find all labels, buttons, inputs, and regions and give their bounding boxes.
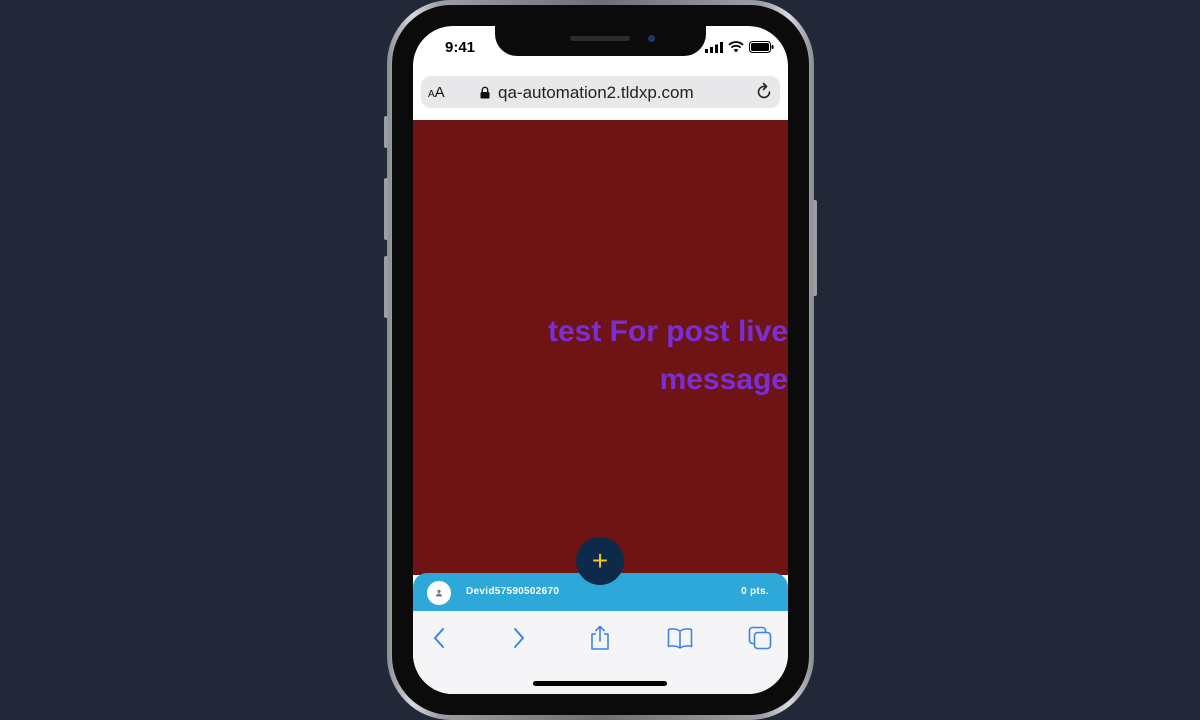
address-bar[interactable]: AA qa-automation2.tldxp.com <box>421 76 780 108</box>
share-icon <box>591 625 609 650</box>
url-text[interactable]: qa-automation2.tldxp.com <box>498 83 694 103</box>
volume-down-button <box>384 256 388 318</box>
lock-icon <box>480 86 490 99</box>
front-camera <box>648 35 655 42</box>
back-button[interactable] <box>422 621 456 655</box>
mute-switch <box>384 116 388 148</box>
avatar[interactable] <box>427 581 451 605</box>
live-message-text: test For post live message <box>547 315 788 396</box>
power-button <box>813 200 817 296</box>
phone-screen: 9:41 AA qa-automation2.tldxp.com test Fo… <box>413 26 788 694</box>
notch <box>495 26 706 56</box>
tabs-button[interactable] <box>743 621 777 655</box>
share-button[interactable] <box>583 621 617 655</box>
status-icons <box>705 41 774 53</box>
home-indicator <box>533 681 667 686</box>
forward-icon <box>514 628 524 648</box>
reload-icon[interactable] <box>754 82 774 102</box>
speaker <box>570 36 630 41</box>
page-content: test For post live message <box>413 120 788 575</box>
signal-icon <box>705 41 723 53</box>
points-label: 0 pts. <box>741 586 769 597</box>
wifi-icon <box>728 41 744 53</box>
add-button[interactable]: + <box>576 537 624 585</box>
volume-up-button <box>384 178 388 240</box>
tabs-icon <box>748 626 772 650</box>
forward-button[interactable] <box>502 621 536 655</box>
bookmarks-icon <box>667 628 693 649</box>
battery-icon <box>749 41 774 53</box>
bookmarks-button[interactable] <box>663 621 697 655</box>
user-icon <box>436 589 442 597</box>
back-icon <box>434 628 444 648</box>
username: Devid57590502670 <box>466 586 560 597</box>
status-time: 9:41 <box>445 39 476 56</box>
text-size-button[interactable]: AA <box>428 84 445 101</box>
